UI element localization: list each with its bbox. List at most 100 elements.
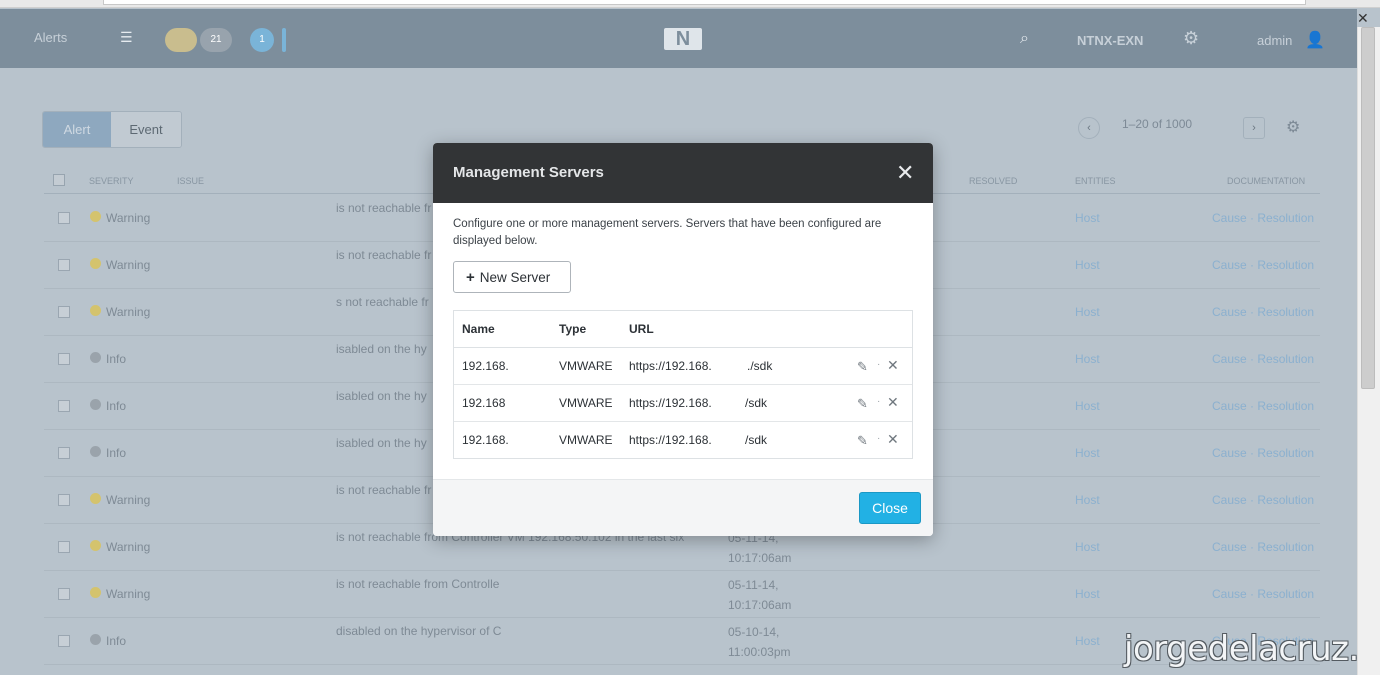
row-doc-links[interactable]: Cause · Resolution [1212, 399, 1314, 413]
row-checkbox[interactable] [58, 259, 70, 271]
row-doc-links[interactable]: Cause · Resolution [1212, 211, 1314, 225]
row-severity: Info [106, 634, 127, 648]
cluster-name[interactable]: NTNX-EXN [1077, 33, 1143, 48]
server-url-tail: /sdk [745, 396, 768, 410]
tab-event[interactable]: Event [111, 112, 181, 147]
col-name: Name [462, 322, 495, 336]
severity-dot-icon [90, 634, 101, 645]
user-name[interactable]: admin [1257, 33, 1292, 48]
pager-range: 1–20 of 1000 [1122, 117, 1193, 131]
row-entity-link[interactable]: Host [1075, 399, 1100, 413]
tab-alert[interactable]: Alert [43, 112, 111, 147]
browser-address-bar[interactable] [103, 0, 1306, 5]
col-entities[interactable]: ENTITIES [1075, 176, 1116, 186]
severity-dot-icon [90, 352, 101, 363]
nutanix-logo-icon[interactable]: N [664, 28, 702, 50]
col-severity[interactable]: SEVERITY [89, 176, 134, 186]
delete-x-icon[interactable]: ✕ [887, 431, 899, 448]
row-doc-links[interactable]: Cause · Resolution [1212, 540, 1314, 554]
col-issue[interactable]: ISSUE [177, 176, 204, 186]
servers-table-header: Name Type URL [454, 311, 912, 348]
row-doc-links[interactable]: Cause · Resolution [1212, 352, 1314, 366]
row-severity: Warning [106, 493, 151, 507]
row-doc-links[interactable]: Cause · Resolution [1212, 587, 1314, 601]
row-issue: isabled on the hy [336, 436, 427, 450]
select-all-checkbox[interactable] [53, 174, 65, 186]
row-issue: disabled on the hypervisor of C [336, 624, 502, 638]
row-entity-link[interactable]: Host [1075, 540, 1100, 554]
edit-pencil-icon[interactable]: ✎ [857, 433, 868, 449]
row-timestamp: 05-10-14, 11:00:03pm [728, 622, 791, 662]
row-doc-links[interactable]: Cause · Resolution [1212, 258, 1314, 272]
delete-x-icon[interactable]: ✕ [887, 357, 899, 374]
dialog-close-icon[interactable]: ✕ [896, 160, 914, 186]
row-issue: is not reachable fr [336, 201, 432, 215]
row-entity-link[interactable]: Host [1075, 634, 1100, 648]
user-avatar-icon[interactable]: 👤 [1305, 30, 1325, 50]
critical-count-badge[interactable] [165, 28, 197, 52]
row-entity-link[interactable]: Host [1075, 305, 1100, 319]
row-time: 10:17:06am [728, 551, 792, 565]
row-time: 10:17:06am [728, 598, 792, 612]
window-close-icon[interactable]: ✕ [1357, 10, 1369, 27]
dialog-header: Management Servers ✕ [433, 143, 933, 203]
row-checkbox[interactable] [58, 494, 70, 506]
delete-x-icon[interactable]: ✕ [887, 394, 899, 411]
row-timestamp: 05-11-14, 10:17:06am [728, 575, 791, 615]
server-name: 192.168 [462, 396, 506, 410]
edit-pencil-icon[interactable]: ✎ [857, 359, 868, 375]
table-row[interactable]: Warning is not reachable from Controlle 05… [44, 571, 1320, 618]
row-checkbox[interactable] [58, 541, 70, 553]
scrollbar-thumb[interactable] [1361, 27, 1375, 389]
row-severity: Warning [106, 587, 151, 601]
new-server-button[interactable]: + New Server [453, 261, 571, 293]
section-title[interactable]: Alerts [34, 30, 67, 45]
table-settings-gear-icon[interactable]: ⚙ [1286, 117, 1300, 137]
search-icon[interactable]: ⌕ [1020, 30, 1029, 48]
server-url-tail: /sdk [745, 433, 768, 447]
row-issue: isabled on the hy [336, 389, 427, 403]
settings-gear-icon[interactable]: ⚙ [1183, 28, 1199, 49]
pager-prev-button[interactable]: ‹ [1078, 117, 1100, 139]
edit-pencil-icon[interactable]: ✎ [857, 396, 868, 412]
row-checkbox[interactable] [58, 353, 70, 365]
col-resolved[interactable]: RESOLVED [969, 176, 1017, 186]
severity-dot-icon [90, 258, 101, 269]
row-doc-links[interactable]: Cause · Resolution [1212, 493, 1314, 507]
row-time: 11:00:03pm [728, 645, 791, 659]
server-name: 192.168. [462, 433, 509, 447]
severity-dot-icon [90, 540, 101, 551]
dialog-title: Management Servers [453, 164, 604, 181]
server-url: https://192.168. [629, 433, 712, 447]
row-entity-link[interactable]: Host [1075, 258, 1100, 272]
row-issue: is not reachable fr [336, 483, 432, 497]
server-row: 192.168. VMWARE https://192.168. /sdk ✎ · ✕ [454, 422, 912, 459]
top-navigation-bar: Alerts ☰ 21 1 N ⌕ NTNX-EXN ⚙ admin 👤 [0, 9, 1357, 68]
row-checkbox[interactable] [58, 400, 70, 412]
pager-next-button[interactable]: › [1243, 117, 1265, 139]
row-doc-links[interactable]: Cause · Resolution [1212, 446, 1314, 460]
row-entity-link[interactable]: Host [1075, 587, 1100, 601]
row-issue: is not reachable from Controlle [336, 577, 500, 591]
info-count-badge[interactable]: 1 [250, 28, 274, 52]
row-date: 05-10-14, [728, 625, 780, 639]
row-entity-link[interactable]: Host [1075, 352, 1100, 366]
warning-count-badge[interactable]: 21 [200, 28, 232, 52]
row-checkbox[interactable] [58, 306, 70, 318]
close-button[interactable]: Close [859, 492, 921, 524]
row-checkbox[interactable] [58, 588, 70, 600]
col-documentation[interactable]: DOCUMENTATION [1227, 176, 1305, 186]
col-type: Type [559, 322, 587, 336]
menu-icon[interactable]: ☰ [120, 29, 133, 46]
task-indicator[interactable] [282, 28, 286, 52]
server-type: VMWARE [559, 359, 613, 373]
row-checkbox[interactable] [58, 447, 70, 459]
row-entity-link[interactable]: Host [1075, 493, 1100, 507]
row-entity-link[interactable]: Host [1075, 446, 1100, 460]
row-checkbox[interactable] [58, 212, 70, 224]
page-scrollbar[interactable] [1357, 27, 1380, 675]
row-issue: s not reachable fr [336, 295, 429, 309]
row-doc-links[interactable]: Cause · Resolution [1212, 305, 1314, 319]
row-entity-link[interactable]: Host [1075, 211, 1100, 225]
row-checkbox[interactable] [58, 635, 70, 647]
